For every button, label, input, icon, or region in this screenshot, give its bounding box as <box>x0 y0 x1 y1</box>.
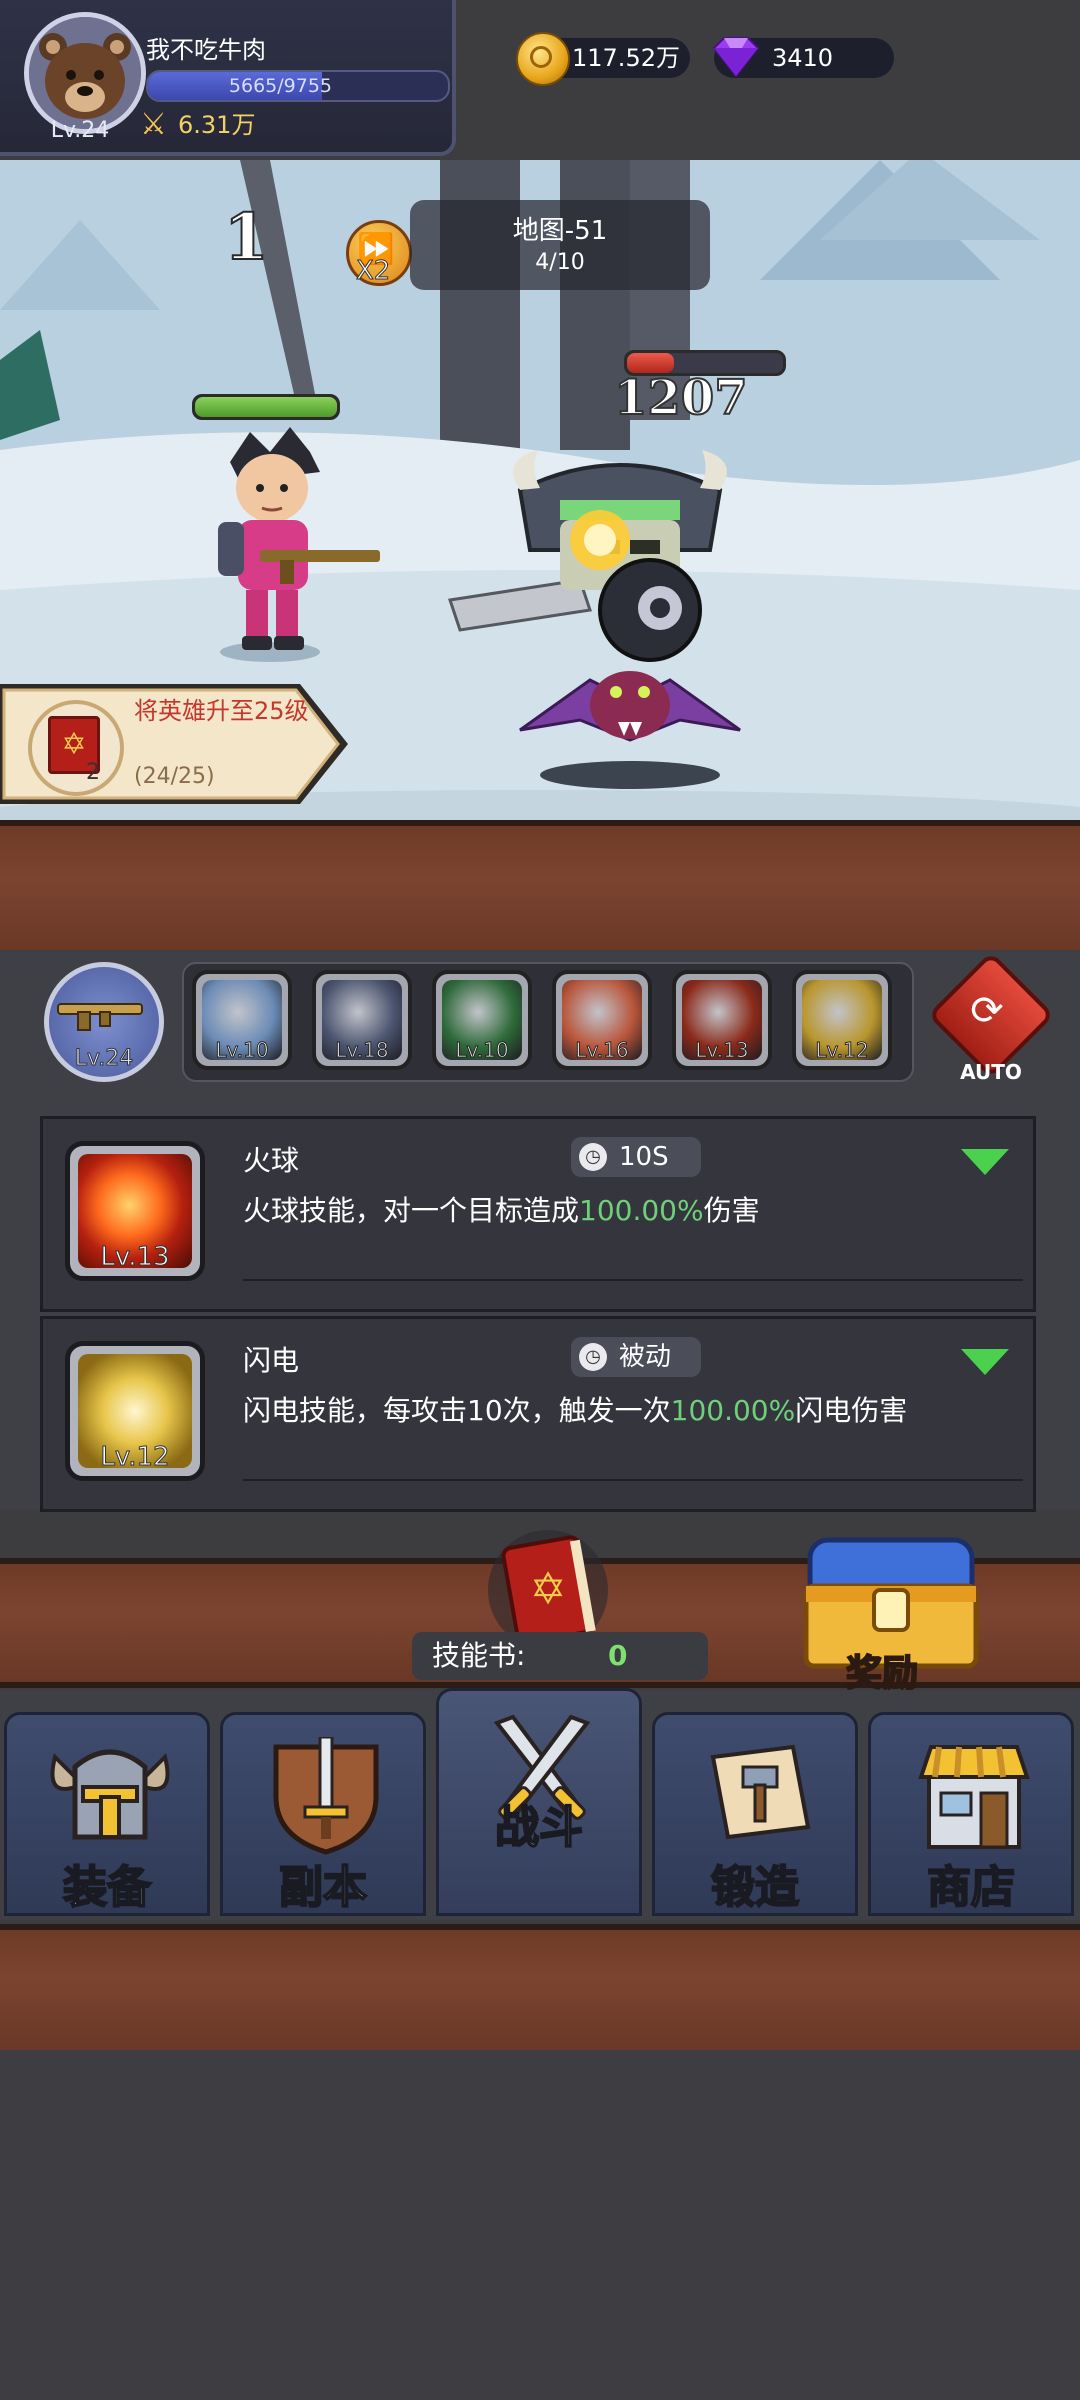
avatar[interactable] <box>24 12 146 134</box>
quest-title: 将英雄升至25级 <box>134 697 309 725</box>
player-name: 我不吃牛肉 <box>146 36 266 64</box>
tab-label: 商店 <box>926 1861 1016 1914</box>
skill-level: Lv.13 <box>100 1242 170 1273</box>
desc-value: 100.00% <box>579 1194 704 1227</box>
tab-label: 锻造 <box>710 1861 800 1914</box>
speed-multiplier: X2 <box>355 256 391 287</box>
wave-number: 1 <box>223 199 270 276</box>
desc-value: 100.00% <box>670 1394 796 1427</box>
combat-power: 6.31万 <box>178 111 256 139</box>
horned-helmet-icon <box>50 1749 170 1840</box>
wood-divider-top <box>0 820 1080 962</box>
refresh-icon: ⟳ <box>970 988 1004 1034</box>
gold-coin-inner <box>530 46 552 68</box>
quest-reward-count: 2 <box>86 760 100 785</box>
gold-amount: 117.52万 <box>572 44 680 72</box>
exp-text: 5665/9755 <box>228 75 332 97</box>
skill-level: Lv.12 <box>100 1442 170 1473</box>
top-header: Lv.24 我不吃牛肉 5665/9755 ⚔ 6.31万 117.52万 34… <box>0 0 1080 160</box>
skill-card-fireball[interactable]: Lv.13 火球 ◷ 10S 火球技能，对一个目标造成100.00%伤害 <box>40 1116 1036 1312</box>
desc-text: 闪电伤害 <box>795 1394 908 1427</box>
enemy-character[interactable] <box>440 430 820 790</box>
skill-name: 火球 <box>243 1144 300 1177</box>
clock-icon: ◷ <box>579 1143 607 1171</box>
bottom-background <box>0 2050 1080 2400</box>
shop-icon <box>918 1745 1030 1849</box>
skill-slot-4[interactable]: Lv.16 <box>552 970 652 1070</box>
clock-icon: ◷ <box>579 1343 607 1371</box>
expand-arrow-icon[interactable] <box>961 1149 1009 1175</box>
tab-dungeon[interactable]: 副本 <box>220 1712 426 1916</box>
svg-text:✡: ✡ <box>530 1564 567 1615</box>
skill-card-lightning[interactable]: Lv.12 闪电 ◷ 被动 闪电技能，每攻击10次，触发一次100.00%闪电伤… <box>40 1316 1036 1512</box>
skill-slot-6[interactable]: Lv.12 <box>792 970 892 1070</box>
divider <box>243 1279 1023 1281</box>
tab-label: 副本 <box>278 1861 368 1914</box>
scroll-hammer-icon <box>710 1744 811 1840</box>
skill-description: 闪电技能，每攻击10次，触发一次100.00%闪电伤害 <box>243 1389 907 1429</box>
reward-label: 奖励 <box>845 1652 919 1695</box>
desc-text: 火球技能，对一个目标造成 <box>243 1194 580 1227</box>
bear-avatar-icon <box>29 17 141 129</box>
skill-book-count: 0 <box>608 1639 628 1672</box>
wood-divider-bottom <box>0 1924 1080 2056</box>
skill-slot-level: Lv.16 <box>575 1038 629 1063</box>
tab-equipment[interactable]: 装备 <box>4 1712 210 1916</box>
auto-label: AUTO <box>960 1060 1022 1084</box>
quest-progress: (24/25) <box>134 764 215 789</box>
skill-slot-level: Lv.13 <box>695 1038 749 1063</box>
skill-slot-level: Lv.10 <box>215 1038 269 1063</box>
skill-description: 火球技能，对一个目标造成100.00%伤害 <box>243 1189 760 1229</box>
divider <box>243 1479 1023 1481</box>
damage-number: 1207 <box>613 369 749 427</box>
map-name: 地图-51 <box>512 216 608 246</box>
skill-slot-level: Lv.12 <box>815 1038 869 1063</box>
map-progress: 4/10 <box>535 250 585 275</box>
skill-slot-2[interactable]: Lv.18 <box>312 970 412 1070</box>
hero-character[interactable] <box>180 422 380 662</box>
shield-sword-icon <box>273 1737 379 1855</box>
skill-name: 闪电 <box>243 1344 300 1377</box>
tab-battle[interactable]: 战斗 <box>436 1688 642 1916</box>
weapon-level: Lv.24 <box>74 1046 134 1072</box>
tab-label: 战斗 <box>494 1801 584 1854</box>
skill-slot-level: Lv.18 <box>335 1038 389 1063</box>
skill-icon-frame: Lv.12 <box>65 1341 205 1481</box>
desc-text: 闪电技能，每攻击10次，触发一次 <box>243 1394 671 1427</box>
gem-amount: 3410 <box>772 44 834 72</box>
rifle-icon <box>57 1003 143 1031</box>
gem-icon <box>712 37 760 78</box>
skill-book-label: 技能书: <box>432 1639 526 1672</box>
skill-slot-1[interactable]: Lv.10 <box>192 970 292 1070</box>
hero-health-fill <box>195 397 337 417</box>
skill-slot-3[interactable]: Lv.10 <box>432 970 532 1070</box>
expand-arrow-icon[interactable] <box>961 1349 1009 1375</box>
desc-text: 伤害 <box>703 1194 760 1227</box>
skill-cooldown: 10S <box>619 1142 669 1172</box>
tab-shop[interactable]: 商店 <box>868 1712 1074 1916</box>
skill-icon-frame: Lv.13 <box>65 1141 205 1281</box>
tab-label: 装备 <box>62 1861 152 1914</box>
skill-cooldown: 被动 <box>619 1342 672 1372</box>
battle-scene: 1207 1 ⏩ X2 地图-51 4/10 ✡ 2 将英雄升至25级 (24/… <box>0 160 1080 820</box>
tab-forge[interactable]: 锻造 <box>652 1712 858 1916</box>
crossed-swords-icon: ⚔ <box>140 107 167 142</box>
skill-slot-level: Lv.10 <box>455 1038 509 1063</box>
skill-slot-5[interactable]: Lv.13 <box>672 970 772 1070</box>
player-level: Lv.24 <box>50 118 110 143</box>
